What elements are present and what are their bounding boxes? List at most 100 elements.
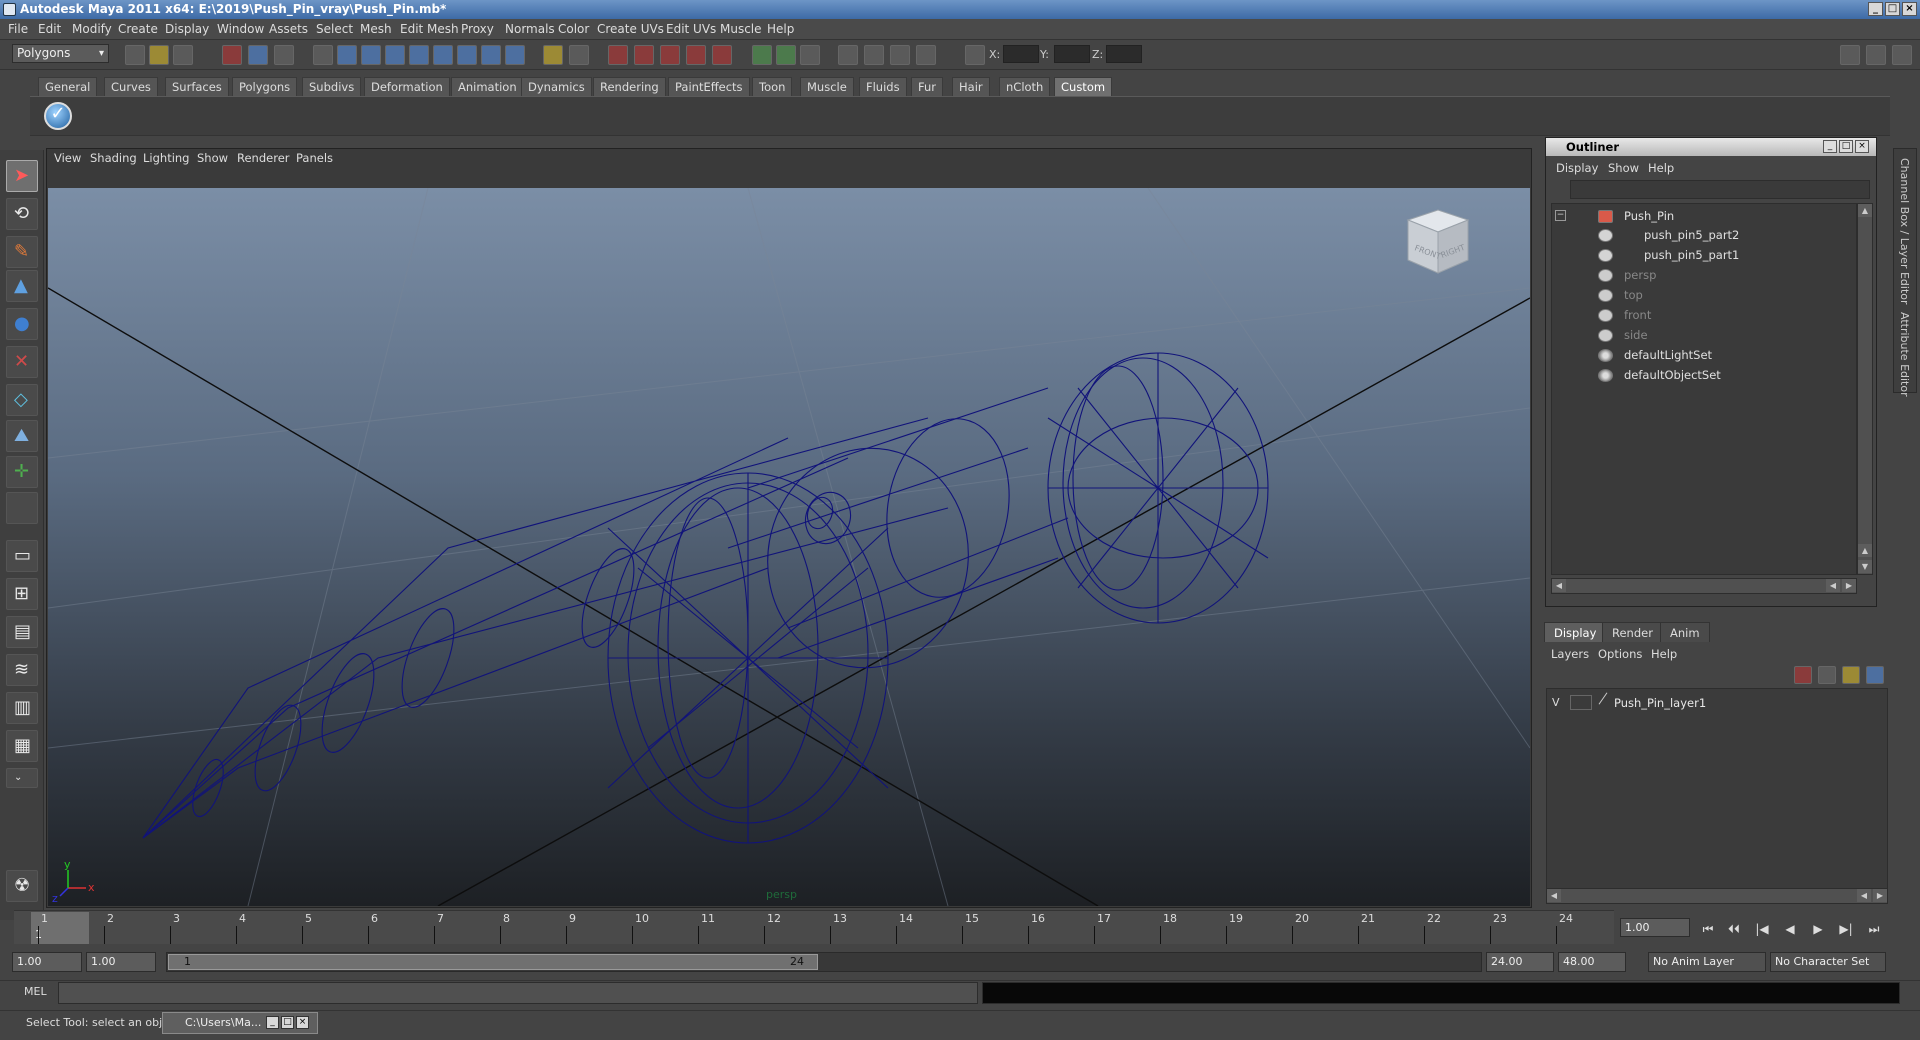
play-backwards-icon[interactable]: ◀ xyxy=(1778,919,1802,939)
tool-settings-toggle-icon[interactable] xyxy=(1866,45,1886,65)
outliner-minimize-button[interactable]: _ xyxy=(1823,140,1837,153)
shelf-tab-animation[interactable]: Animation xyxy=(451,77,524,96)
more-layouts-chevron-icon[interactable]: ⌄ xyxy=(6,768,38,788)
outliner-item-push-pin5-part1[interactable]: push_pin5_part1 xyxy=(1644,247,1739,264)
playback-start-field[interactable]: 1.00 xyxy=(86,952,156,972)
perspective-viewport[interactable]: FRONT RIGHT x y z xyxy=(47,187,1531,907)
shelf-tab-deformation[interactable]: Deformation xyxy=(364,77,450,96)
snap-point-icon[interactable] xyxy=(660,45,680,65)
ipr-render-icon[interactable] xyxy=(890,45,910,65)
shelf-tab-muscle[interactable]: Muscle xyxy=(800,77,854,96)
layer-tab-display[interactable]: Display xyxy=(1544,622,1607,642)
open-scene-icon[interactable] xyxy=(149,45,169,65)
new-layer-icon[interactable] xyxy=(1818,666,1836,684)
character-set-dropdown[interactable]: No Character Set xyxy=(1770,952,1886,972)
rotate-tool-icon[interactable]: ● xyxy=(6,308,38,340)
lasso-tool-icon[interactable]: ⟲ xyxy=(6,198,38,230)
outliner-menu-help[interactable]: Help xyxy=(1648,161,1674,175)
panel-menu-renderer[interactable]: Renderer xyxy=(237,151,290,165)
channel-box-tab[interactable]: Channel Box / Layer Editor xyxy=(1898,158,1911,305)
outliner-item-default-object-set[interactable]: defaultObjectSet xyxy=(1624,367,1721,384)
filter-surfaces-icon[interactable] xyxy=(385,45,405,65)
scroll-left-arrow-icon[interactable]: ◀ xyxy=(1547,889,1561,902)
go-to-end-icon[interactable]: ⏭ xyxy=(1862,919,1886,939)
lock-selection-icon[interactable] xyxy=(543,45,563,65)
start-time-field[interactable]: 1.00 xyxy=(12,952,82,972)
shelf-tab-curves[interactable]: Curves xyxy=(104,77,158,96)
highlight-selection-icon[interactable] xyxy=(569,45,589,65)
construction-history-icon[interactable] xyxy=(800,45,820,65)
shelf-tab-painteffects[interactable]: PaintEffects xyxy=(668,77,750,96)
soft-modification-icon[interactable]: ⛰ xyxy=(6,420,38,452)
menu-muscle[interactable]: Muscle xyxy=(720,22,762,36)
shelf-tab-dynamics[interactable]: Dynamics xyxy=(521,77,592,96)
menu-assets[interactable]: Assets xyxy=(269,22,308,36)
shelf-tab-surfaces[interactable]: Surfaces xyxy=(165,77,229,96)
push-pin-wireframe[interactable] xyxy=(142,352,1269,844)
step-forward-frame-icon[interactable]: ▶| xyxy=(1834,919,1858,939)
snap-curve-icon[interactable] xyxy=(634,45,654,65)
outliner-horizontal-scrollbar[interactable]: ◀ ◀ ▶ xyxy=(1551,578,1857,594)
last-tool-slot-icon[interactable] xyxy=(6,492,38,524)
minimize-button[interactable]: _ xyxy=(1868,2,1883,16)
menu-file[interactable]: File xyxy=(8,22,28,36)
filter-dynamics-icon[interactable] xyxy=(433,45,453,65)
menu-create[interactable]: Create xyxy=(118,22,158,36)
menu-help[interactable]: Help xyxy=(767,22,794,36)
outliner-item-default-light-set[interactable]: defaultLightSet xyxy=(1624,347,1712,364)
save-scene-icon[interactable] xyxy=(173,45,193,65)
input-ops-icon[interactable] xyxy=(752,45,772,65)
menu-select[interactable]: Select xyxy=(316,22,353,36)
step-back-frame-icon[interactable]: |◀ xyxy=(1750,919,1774,939)
layer-menu-layers[interactable]: Layers xyxy=(1551,647,1589,661)
range-slider-handle[interactable] xyxy=(168,954,818,970)
scroll-left-arrow-icon[interactable]: ◀ xyxy=(1552,579,1566,592)
step-back-key-icon[interactable]: ⏴⏴ xyxy=(1722,919,1746,939)
layer-tab-render[interactable]: Render xyxy=(1602,622,1663,642)
outliner-persp-layout-icon[interactable]: ▤ xyxy=(6,616,38,648)
shelf-tab-toon[interactable]: Toon xyxy=(752,77,793,96)
channel-box-toggle-icon[interactable] xyxy=(1892,45,1912,65)
filter-misc-icon[interactable] xyxy=(481,45,501,65)
go-to-start-icon[interactable]: ⏮ xyxy=(1696,919,1720,939)
filter-help-icon[interactable] xyxy=(505,45,525,65)
filter-handles-icon[interactable] xyxy=(313,45,333,65)
show-manipulator-icon[interactable]: ✛ xyxy=(6,456,38,488)
scroll-up-arrow-icon[interactable]: ▲ xyxy=(1858,204,1872,217)
outliner-graph-layout-icon[interactable]: ▦ xyxy=(6,730,38,762)
new-scene-icon[interactable] xyxy=(125,45,145,65)
four-pane-layout-icon[interactable]: ⊞ xyxy=(6,578,38,610)
shelf-tab-custom[interactable]: Custom xyxy=(1054,77,1113,96)
filter-rendering-icon[interactable] xyxy=(457,45,477,65)
filter-curves-icon[interactable] xyxy=(361,45,381,65)
current-frame-field[interactable]: 1.00 xyxy=(1620,918,1690,937)
shelf-tab-ncloth[interactable]: nCloth xyxy=(999,77,1051,96)
menu-normals[interactable]: Normals xyxy=(505,22,555,36)
shelf-tab-fur[interactable]: Fur xyxy=(911,77,944,96)
outliner-item-push-pin5-part2[interactable]: push_pin5_part2 xyxy=(1644,227,1739,244)
scroll-up-arrow-icon[interactable]: ▲ xyxy=(1858,544,1872,557)
snap-view-plane-icon[interactable] xyxy=(686,45,706,65)
z-field[interactable] xyxy=(1106,45,1142,63)
scroll-down-arrow-icon[interactable]: ▼ xyxy=(1858,560,1872,573)
universal-manipulator-icon[interactable]: ◇ xyxy=(6,384,38,416)
layer-menu-help[interactable]: Help xyxy=(1651,647,1677,661)
scroll-right-arrow-icon[interactable]: ▶ xyxy=(1842,579,1856,592)
attribute-editor-tab[interactable]: Attribute Editor xyxy=(1898,312,1911,397)
layer-visibility-toggle[interactable]: V xyxy=(1552,696,1560,709)
paint-select-tool-icon[interactable]: ✎ xyxy=(6,236,38,268)
output-ops-icon[interactable] xyxy=(776,45,796,65)
shelf-tab-hair[interactable]: Hair xyxy=(952,77,990,96)
task-minimize-button[interactable]: _ xyxy=(266,1016,279,1029)
shelf-tab-general[interactable]: General xyxy=(38,77,98,96)
close-button[interactable]: × xyxy=(1902,2,1917,16)
render-settings-icon[interactable] xyxy=(916,45,936,65)
scroll-right-arrow-icon[interactable]: ▶ xyxy=(1873,889,1887,902)
y-field[interactable] xyxy=(1054,45,1090,63)
menu-mesh[interactable]: Mesh xyxy=(360,22,392,36)
select-by-object-icon[interactable] xyxy=(248,45,268,65)
mel-language-label[interactable]: MEL xyxy=(24,985,47,998)
panel-menu-shading[interactable]: Shading xyxy=(90,151,137,165)
snap-grid-icon[interactable] xyxy=(608,45,628,65)
graph-persp-layout-icon[interactable]: ≋ xyxy=(6,654,38,686)
